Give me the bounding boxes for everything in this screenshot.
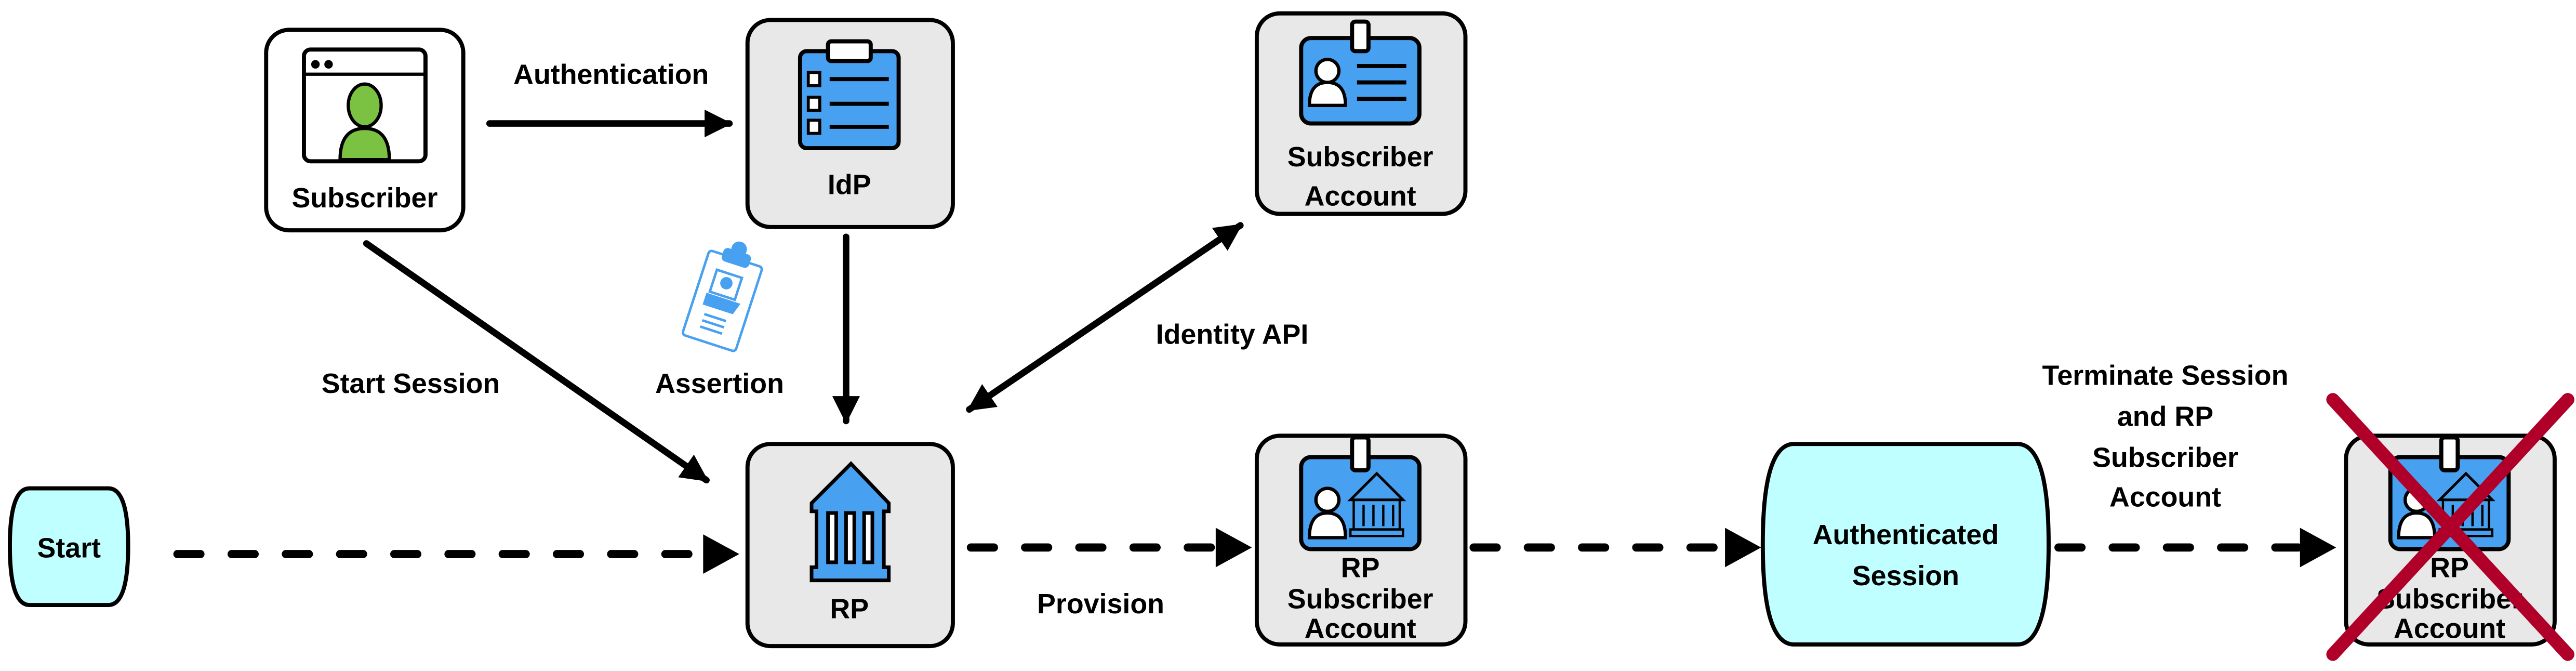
terminated-rp-subscriber-account-node: RP Subscriber Account [2326,393,2574,661]
rp-label: RP [830,593,869,624]
account-to-session-arrowhead [1725,528,1761,568]
clipboard-checklist-icon [798,39,901,150]
svg-text:Terminate Session: Terminate Session [2042,360,2289,391]
authenticated-session-node: Authenticated Session [1760,442,2051,647]
terminate-arrowhead [2300,528,2336,568]
identity-api-arrow [966,222,1244,413]
identity-api-label: Identity API [1156,319,1309,350]
terminated-account-label-1: RP [2430,552,2469,583]
identity-flow-diagram: Authentication Start Session Assertion I… [8,11,2574,661]
terminate-label: Terminate Session and RP Subscriber Acco… [2042,360,2289,512]
rp-subscriber-account-label-1: RP [1341,552,1380,583]
rp-node: RP [745,442,955,649]
start-to-rp-arrowhead [703,534,739,574]
authentication-label: Authentication [513,59,709,90]
rp-subscriber-account-label-2: Subscriber [1287,583,1433,614]
svg-text:and RP: and RP [2117,401,2213,432]
subscriber-label: Subscriber [292,182,438,214]
browser-user-icon [302,47,428,164]
idp-node: IdP [745,18,955,229]
subscriber-account-label-2: Account [1305,181,1416,212]
id-badge-icon [1299,19,1422,126]
subscriber-account-node: Subscriber Account [1254,11,1468,216]
assertion-document-icon [682,241,763,352]
start-label: Start [37,532,101,563]
subscriber-node: Subscriber [264,28,466,233]
provision-arrowhead [1215,528,1252,568]
rp-subscriber-account-node: RP Subscriber Account [1254,433,1468,647]
start-session-label: Start Session [322,368,500,399]
authenticated-session-label-1: Authenticated [1813,519,1999,550]
assertion-label: Assertion [655,368,784,399]
authenticated-session-label-2: Session [1852,560,1959,591]
svg-text:Account: Account [2109,481,2221,512]
start-session-arrow [363,240,710,484]
terminated-account-label-3: Account [2394,613,2505,644]
start-node: Start [8,486,130,608]
idp-label: IdP [828,169,871,201]
provision-label: Provision [1037,588,1164,620]
subscriber-account-label-1: Subscriber [1287,141,1433,173]
rp-subscriber-account-label-3: Account [1305,613,1416,644]
svg-text:Subscriber: Subscriber [2092,442,2238,473]
